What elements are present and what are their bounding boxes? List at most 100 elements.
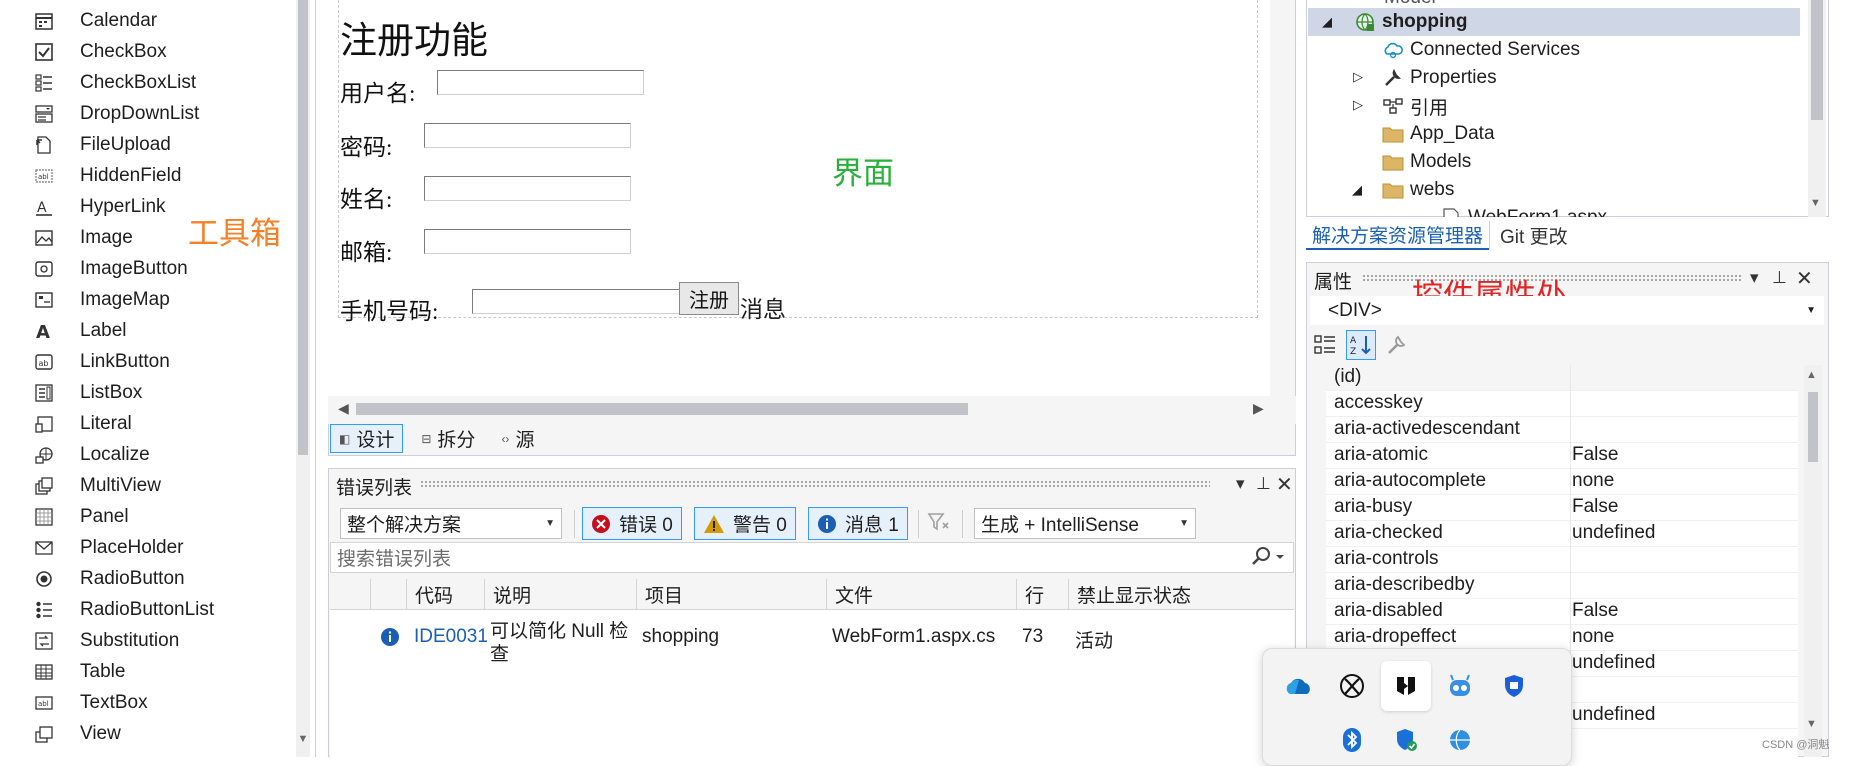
toolbox-item-calendar[interactable]: Calendar [0,5,290,36]
property-value[interactable]: undefined [1572,652,1655,674]
tree-item-project[interactable]: shopping [1354,8,1467,36]
property-value[interactable]: False [1572,600,1618,622]
bluetooth-icon[interactable] [1327,715,1377,765]
close-icon[interactable]: ✕ [1276,472,1293,497]
toolbox-scroll-thumb[interactable] [298,0,308,455]
toolbox-item-dropdownlist[interactable]: DropDownList [0,98,290,129]
property-row[interactable]: accesskey [1326,391,1798,417]
collapse-arrow-icon[interactable]: ◢ [1322,14,1332,30]
toolbox-item-checkboxlist[interactable]: CheckBoxList [0,67,290,98]
toolbox-item-checkbox[interactable]: CheckBox [0,36,290,67]
tree-item-models[interactable]: Models [1382,148,1471,176]
tab-git-changes[interactable]: Git 更改 [1489,221,1578,249]
property-row[interactable]: aria-checked undefined [1326,521,1798,547]
toolbox-item-radiobutton[interactable]: RadioButton [0,563,290,594]
security-icon[interactable] [1381,715,1431,765]
categorized-button[interactable] [1310,330,1340,360]
network-icon[interactable] [1435,715,1485,765]
onedrive-icon[interactable] [1273,661,1323,711]
funnel-filter-icon[interactable] [926,510,952,536]
pane-drag-handle[interactable] [420,480,1210,488]
tab-solution-explorer[interactable]: 解决方案资源管理器 [1306,220,1490,250]
tree-item-partial-webform[interactable]: WebForm1.aspx [1380,204,1800,217]
property-value[interactable]: none [1572,470,1614,492]
toolbox-item-localize[interactable]: Localize [0,439,290,470]
solution-scroll-thumb[interactable] [1811,0,1823,120]
property-row[interactable]: aria-autocomplete none [1326,469,1798,495]
pane-dropdown-icon[interactable]: ▾ [1236,474,1245,494]
toolbox-item-radiobuttonlist[interactable]: RadioButtonList [0,594,290,625]
column-header-suppression[interactable]: 禁止显示状态 [1068,579,1258,610]
property-row[interactable]: aria-describedby [1326,573,1798,599]
column-header-description[interactable]: 说明 [484,579,636,610]
scroll-down-arrow-icon[interactable]: ▼ [296,732,310,746]
tree-item-properties[interactable]: Properties [1382,64,1497,92]
toolbox-item-table[interactable]: Table [0,656,290,687]
toolbox-item-linkbutton[interactable]: ab LinkButton [0,346,290,377]
expand-arrow-icon[interactable]: ▷ [1353,69,1363,85]
defender-icon[interactable] [1489,661,1539,711]
warnings-filter-button[interactable]: 警告 0 [694,507,796,540]
toolbox-item-label[interactable]: A Label [0,315,290,346]
toolbox-item-substitution[interactable]: Substitution [0,625,290,656]
search-icon[interactable] [1250,546,1286,573]
toolbox-item-fileupload[interactable]: FileUpload [0,129,290,160]
tree-item-webs[interactable]: webs [1382,176,1454,204]
column-header-line[interactable]: 行 [1016,579,1070,610]
error-code-link[interactable]: IDE0031 [414,626,488,648]
property-row[interactable]: aria-busy False [1326,495,1798,521]
toolbox-item-imagebutton[interactable]: ImageButton [0,253,290,284]
pin-icon[interactable]: ⊥ [1256,474,1271,494]
phone-input[interactable] [472,289,680,314]
toolbox-item-multiview[interactable]: MultiView [0,470,290,501]
scroll-up-arrow-icon[interactable]: ▲ [1806,369,1817,381]
toolbox-item-listbox[interactable]: ListBox [0,377,290,408]
property-row[interactable]: aria-atomic False [1326,443,1798,469]
errors-filter-button[interactable]: 错误 0 [582,507,682,540]
alphabetical-button[interactable]: AZ [1346,330,1376,360]
tree-item-references[interactable]: 引用 [1382,92,1448,120]
toolbox-item-hiddenfield[interactable]: abl HiddenField [0,160,290,191]
error-search-input[interactable]: 搜索错误列表 [330,542,1294,573]
tree-item-connected-services[interactable]: Connected Services [1382,36,1580,64]
xbox-icon[interactable] [1327,661,1377,711]
column-header-project[interactable]: 项目 [636,579,828,610]
expand-arrow-icon[interactable]: ▷ [1353,97,1363,113]
register-button[interactable]: 注册 [679,282,739,315]
toolbox-item-panel[interactable]: Panel [0,501,290,532]
property-value[interactable]: undefined [1572,704,1655,726]
property-row[interactable]: (id) [1326,365,1798,391]
toolbox-item-textbox[interactable]: abl TextBox [0,687,290,718]
tab-split[interactable]: ⊟ 拆分 [413,425,483,452]
property-value[interactable]: none [1572,626,1614,648]
messages-filter-button[interactable]: 消息 1 [808,507,908,540]
email-input[interactable] [424,229,631,254]
property-value[interactable]: False [1572,444,1618,466]
toolbox-item-view[interactable]: View [0,718,290,749]
scroll-down-arrow-icon[interactable]: ▼ [1806,718,1817,730]
scroll-left-arrow-icon[interactable]: ◀ [338,400,349,417]
toolbox-item-placeholder[interactable]: PlaceHolder [0,532,290,563]
close-icon[interactable]: ✕ [1796,266,1813,291]
property-pages-button[interactable] [1382,330,1412,360]
column-header-code[interactable]: 代码 [406,579,486,610]
property-value[interactable]: False [1572,496,1618,518]
pin-icon[interactable]: ⊥ [1772,268,1787,288]
tab-source[interactable]: ‹› 源 [493,425,542,452]
tree-item-app-data[interactable]: App_Data [1382,120,1495,148]
property-row[interactable]: aria-activedescendant [1326,417,1798,443]
app-icon[interactable] [1381,661,1431,711]
scope-select[interactable]: 整个解决方案 ▼ [340,508,562,539]
toolbox-item-literal[interactable]: Literal [0,408,290,439]
build-filter-select[interactable]: 生成 + IntelliSense ▼ [974,508,1196,539]
password-input[interactable] [424,123,631,148]
name-input[interactable] [424,176,631,201]
collapse-arrow-icon[interactable]: ◢ [1352,182,1362,198]
property-row[interactable]: aria-disabled False [1326,599,1798,625]
property-row[interactable]: aria-controls [1326,547,1798,573]
pane-dropdown-icon[interactable]: ▾ [1750,268,1759,288]
property-value[interactable]: undefined [1572,522,1655,544]
assistant-icon[interactable] [1435,661,1485,711]
column-header-file[interactable]: 文件 [826,579,1018,610]
scroll-down-arrow-icon[interactable]: ▼ [1810,197,1821,209]
